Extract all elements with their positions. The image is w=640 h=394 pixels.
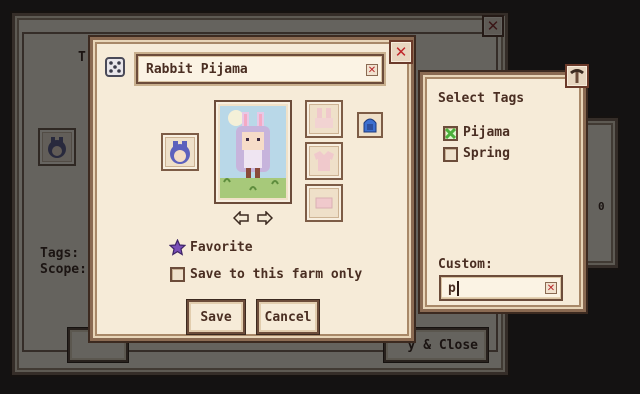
tag-checkbox-spring[interactable] [443, 147, 458, 162]
tag-label-pijama: Pijama [463, 125, 510, 140]
background-apply-close-label: y & Close [407, 337, 478, 353]
favorite-label: Favorite [190, 240, 253, 255]
rotate-left-button[interactable] [232, 210, 249, 226]
blue-hair-icon [363, 118, 377, 133]
tag-checkbox-pijama[interactable] [443, 126, 458, 141]
custom-tag-input[interactable]: p ✕ [439, 275, 563, 301]
check-icon [445, 128, 456, 139]
background-scope-label: Scope: [40, 262, 87, 277]
pants-icon [315, 197, 333, 209]
hat-slot[interactable] [161, 133, 199, 171]
pants-slot[interactable] [305, 184, 343, 222]
cancel-button-label: Cancel [264, 309, 312, 325]
dialog-close-button[interactable]: ✕ [389, 40, 413, 64]
custom-tag-clear-button[interactable]: ✕ [545, 282, 557, 294]
star-icon [168, 238, 187, 256]
favorite-toggle[interactable] [168, 238, 187, 256]
pickaxe-button[interactable] [565, 64, 589, 88]
background-outfit-slot[interactable] [38, 128, 76, 166]
tag-label-spring: Spring [463, 146, 510, 161]
tags-panel: Select Tags Pijama Spring Custom: p ✕ [420, 72, 586, 312]
farmer-preview-icon [220, 106, 286, 198]
bunny-ears-icon [315, 108, 333, 128]
background-tags-label: Tags: C [40, 246, 95, 261]
tags-panel-title: Select Tags [438, 91, 525, 106]
text-caret [457, 281, 459, 296]
randomize-button[interactable] [104, 56, 126, 78]
bunny-head-icon [48, 137, 66, 158]
dice-icon [105, 57, 125, 77]
background-title-fragment: T [78, 50, 86, 65]
background-right-glyph: 0 [598, 200, 605, 213]
shirt-icon [314, 151, 334, 171]
outfit-name-value: Rabbit Pijama [146, 62, 248, 77]
hair-slot[interactable] [357, 112, 383, 138]
save-farm-label: Save to this farm only [190, 267, 363, 282]
custom-tag-value: p [448, 281, 456, 296]
hat-accessory-slot[interactable] [305, 100, 343, 138]
arrow-right-icon [257, 210, 274, 226]
rotate-right-button[interactable] [257, 210, 274, 226]
clear-icon: ✕ [546, 282, 556, 294]
pickaxe-icon [570, 69, 584, 83]
outfit-name-input[interactable]: Rabbit Pijama ✕ [136, 54, 384, 84]
character-portrait [214, 100, 292, 204]
save-button[interactable]: Save [187, 300, 245, 334]
close-icon: ✕ [486, 17, 500, 35]
background-close-button[interactable]: ✕ [482, 15, 504, 37]
custom-tag-label: Custom: [438, 257, 493, 272]
cancel-button[interactable]: Cancel [257, 300, 319, 334]
outfit-name-clear-button[interactable]: ✕ [366, 64, 378, 76]
shirt-slot[interactable] [305, 142, 343, 180]
close-icon: ✕ [394, 43, 408, 61]
save-farm-checkbox[interactable] [170, 267, 185, 282]
arrow-left-icon [232, 210, 249, 226]
save-button-label: Save [200, 309, 232, 325]
bunny-hood-icon [170, 141, 190, 164]
clear-icon: ✕ [367, 64, 377, 76]
